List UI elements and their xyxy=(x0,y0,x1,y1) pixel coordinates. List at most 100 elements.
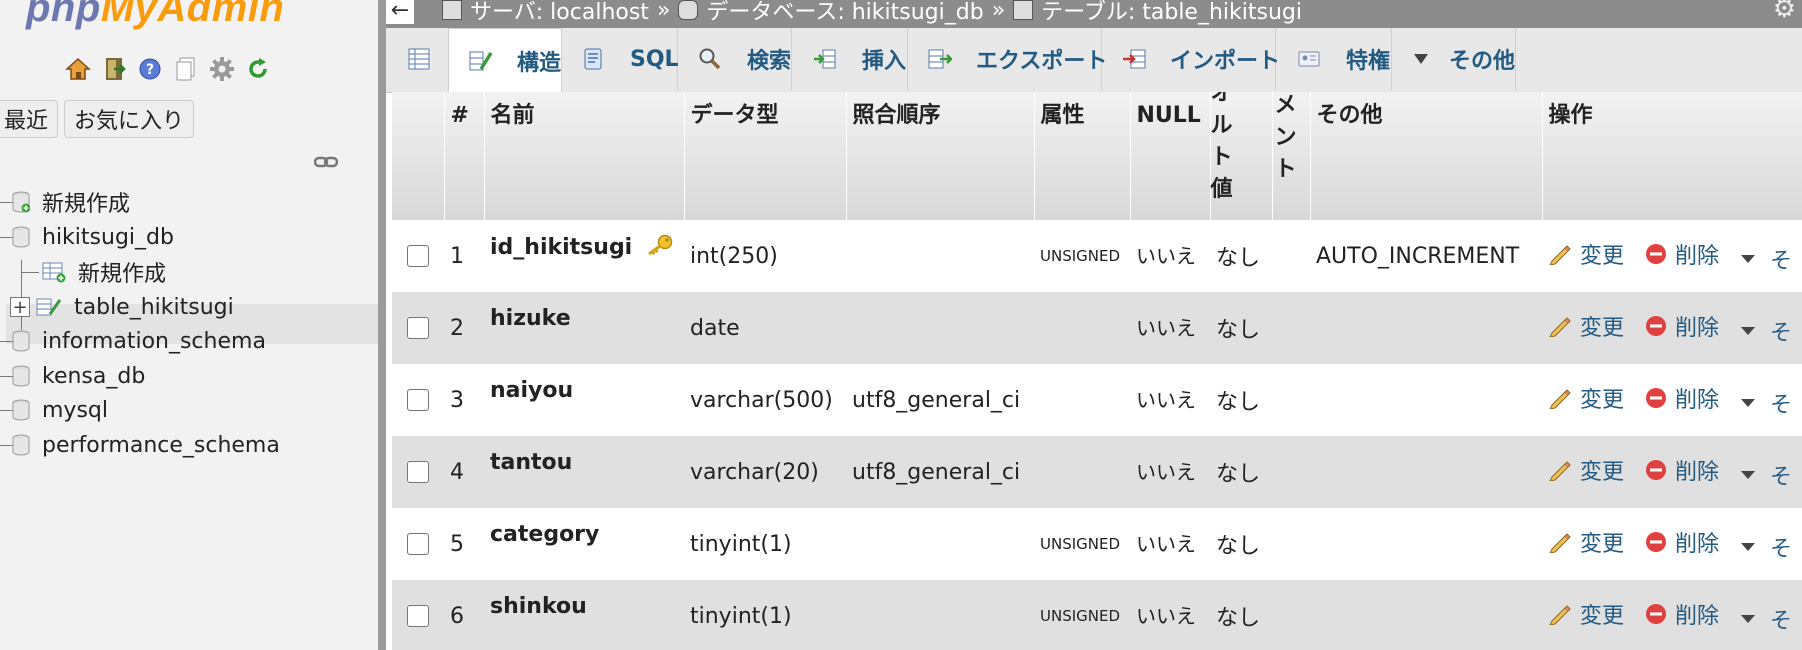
nav-resize-handle[interactable] xyxy=(378,0,386,650)
back-arrow-icon[interactable]: ← xyxy=(386,0,414,24)
recent-tab[interactable]: 最近 xyxy=(0,100,59,138)
docs-icon[interactable] xyxy=(172,55,200,83)
expand-icon[interactable]: + xyxy=(10,297,30,318)
header-type[interactable]: データ型 xyxy=(684,92,847,220)
database-icon xyxy=(678,0,699,20)
header-name[interactable]: 名前 xyxy=(484,92,685,220)
row-actions: 変更 削除 そ xyxy=(1542,292,1802,364)
drop-action[interactable]: 削除 xyxy=(1645,238,1719,270)
drop-action[interactable]: 削除 xyxy=(1645,598,1719,630)
column-null: いいえ xyxy=(1130,508,1210,580)
settings-icon[interactable] xyxy=(208,55,236,83)
more-actions[interactable]: そ xyxy=(1740,243,1792,275)
header-comment[interactable]: メント xyxy=(1272,92,1311,220)
pencil-icon xyxy=(1548,315,1572,337)
link-with-main-panel-icon[interactable] xyxy=(313,154,339,168)
change-action[interactable]: 変更 xyxy=(1548,454,1624,486)
more-actions[interactable]: そ xyxy=(1740,531,1792,563)
tab-structure[interactable]: 構造 xyxy=(448,28,562,92)
column-name[interactable]: shinkou xyxy=(484,580,684,650)
row-checkbox[interactable] xyxy=(407,605,429,627)
column-name-label: hizuke xyxy=(490,306,571,331)
row-checkbox[interactable] xyxy=(407,533,429,555)
drop-action[interactable]: 削除 xyxy=(1645,454,1719,486)
tree-item-new-database[interactable]: 新規作成 xyxy=(12,184,130,220)
tab-label: インポート xyxy=(1170,49,1281,74)
row-actions: 変更 削除 そ xyxy=(1542,364,1802,436)
reload-icon[interactable] xyxy=(244,55,272,83)
server-icon xyxy=(442,0,462,20)
change-action[interactable]: 変更 xyxy=(1548,310,1624,342)
exit-icon[interactable] xyxy=(100,55,128,83)
header-number[interactable]: # xyxy=(444,92,485,220)
row-checkbox-cell xyxy=(392,220,444,292)
more-actions[interactable]: そ xyxy=(1740,387,1792,419)
tree-item-mysql[interactable]: mysql xyxy=(12,392,108,428)
column-default: なし xyxy=(1210,436,1272,508)
phpmyadmin-logo[interactable]: phpMyAdmin xyxy=(26,0,284,31)
change-action[interactable]: 変更 xyxy=(1548,526,1624,558)
tree-item-table-hikitsugi[interactable]: + table_hikitsugi xyxy=(10,289,234,325)
column-default: なし xyxy=(1210,220,1272,292)
tab-more[interactable]: その他 xyxy=(1392,28,1516,90)
change-action[interactable]: 変更 xyxy=(1548,382,1624,414)
row-number: 2 xyxy=(444,292,484,364)
breadcrumb-database[interactable]: データベース: hikitsugi_db xyxy=(706,0,983,26)
column-collation xyxy=(846,580,1034,650)
favorites-tab[interactable]: お気に入り xyxy=(64,100,195,138)
database-icon xyxy=(12,365,30,387)
column-comment xyxy=(1272,292,1310,364)
chevron-down-icon xyxy=(1412,46,1431,72)
drop-action[interactable]: 削除 xyxy=(1645,310,1719,342)
tab-privileges[interactable]: 特権 xyxy=(1276,28,1392,90)
change-action[interactable]: 変更 xyxy=(1548,598,1624,630)
header-checkbox xyxy=(392,92,445,220)
tab-export[interactable]: エクスポート xyxy=(908,28,1107,90)
column-comment xyxy=(1272,364,1310,436)
breadcrumb-server[interactable]: サーバ: localhost xyxy=(470,0,649,26)
row-checkbox[interactable] xyxy=(407,245,429,267)
page-settings-gear-icon[interactable]: ⚙ xyxy=(1773,0,1796,24)
column-name[interactable]: tantou xyxy=(484,436,684,508)
tree-item-information-schema[interactable]: information_schema xyxy=(12,323,266,359)
tree-item-performance-schema[interactable]: performance_schema xyxy=(12,427,280,463)
column-name[interactable]: hizuke xyxy=(484,292,684,364)
column-name[interactable]: naiyou xyxy=(484,364,684,436)
delete-icon xyxy=(1645,531,1667,553)
tab-insert[interactable]: 挿入 xyxy=(792,28,908,90)
breadcrumb-table[interactable]: テーブル: table_hikitsugi xyxy=(1041,0,1302,26)
column-name[interactable]: id_hikitsugi xyxy=(484,220,684,292)
change-label: 変更 xyxy=(1580,459,1625,485)
drop-action[interactable]: 削除 xyxy=(1645,526,1719,558)
header-null[interactable]: NULL xyxy=(1130,92,1211,220)
more-actions[interactable]: そ xyxy=(1740,603,1792,635)
row-checkbox[interactable] xyxy=(407,461,429,483)
more-actions[interactable]: そ xyxy=(1740,315,1792,347)
tree-item-hikitsugi-db[interactable]: hikitsugi_db xyxy=(12,219,174,255)
help-icon[interactable]: ? xyxy=(136,55,164,83)
change-action[interactable]: 変更 xyxy=(1548,238,1624,270)
row-checkbox[interactable] xyxy=(407,389,429,411)
column-attributes: UNSIGNED xyxy=(1034,508,1130,580)
tab-search[interactable]: 検索 xyxy=(678,28,792,90)
header-attributes[interactable]: 属性 xyxy=(1034,92,1131,220)
tree-item-new-table[interactable]: 新規作成 xyxy=(42,254,166,290)
column-attributes: UNSIGNED xyxy=(1034,580,1130,650)
more-actions[interactable]: そ xyxy=(1740,459,1792,491)
row-actions: 変更 削除 そ xyxy=(1542,508,1802,580)
home-icon[interactable] xyxy=(64,55,92,83)
drop-label: 削除 xyxy=(1675,459,1720,485)
column-attributes: UNSIGNED xyxy=(1034,220,1130,292)
tab-import[interactable]: インポート xyxy=(1102,28,1280,90)
drop-action[interactable]: 削除 xyxy=(1645,382,1719,414)
row-checkbox[interactable] xyxy=(407,317,429,339)
tree-item-kensa-db[interactable]: kensa_db xyxy=(12,358,145,394)
header-default[interactable]: オルト値 xyxy=(1210,92,1273,220)
column-name[interactable]: category xyxy=(484,508,684,580)
tab-sql[interactable]: SQL xyxy=(562,28,679,90)
column-name-label: tantou xyxy=(490,450,573,475)
header-extra[interactable]: その他 xyxy=(1310,92,1543,220)
column-attributes xyxy=(1034,364,1130,436)
insert-icon xyxy=(812,46,838,72)
header-collation[interactable]: 照合順序 xyxy=(846,92,1035,220)
